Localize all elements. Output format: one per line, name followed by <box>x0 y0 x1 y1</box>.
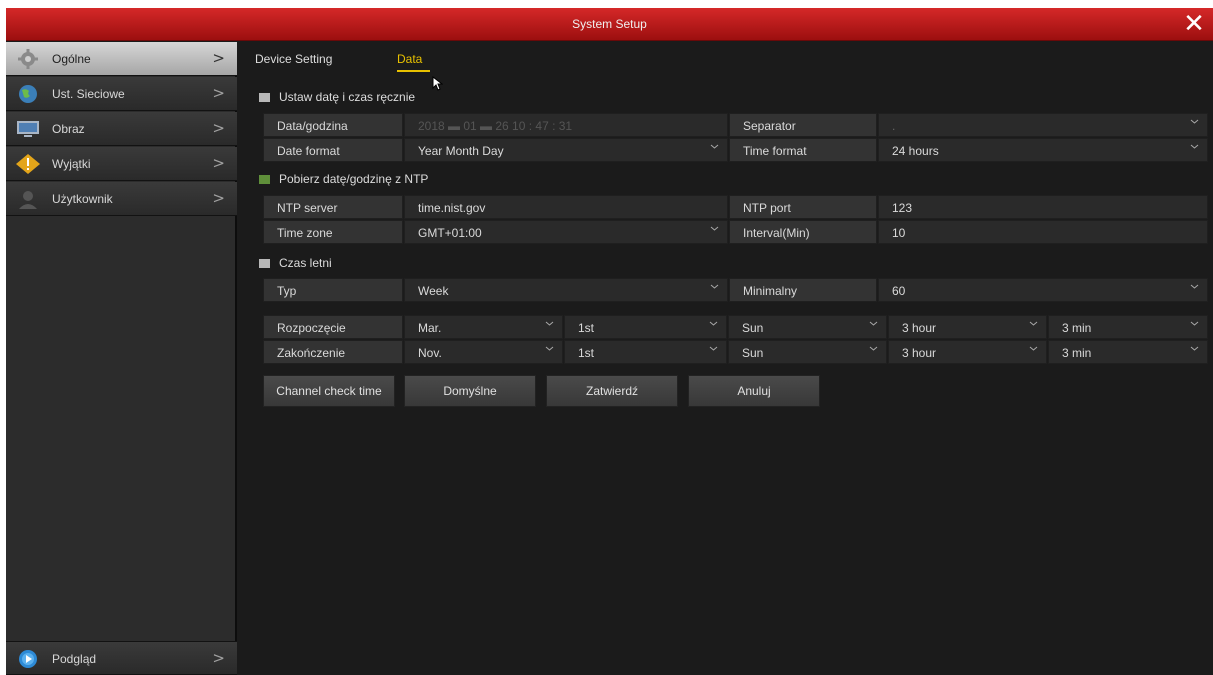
sidebar: Ogólne > Ust. Sieciowe > Obraz > Wyjątki… <box>6 42 237 675</box>
chevron-right-icon: > <box>212 649 225 667</box>
checkbox-label: Czas letni <box>279 256 332 270</box>
chevron-right-icon: > <box>212 154 225 172</box>
sidebar-item-obraz[interactable]: Obraz > <box>6 112 237 146</box>
checkbox-icon <box>259 259 270 269</box>
play-icon <box>19 650 37 668</box>
chevron-down-icon <box>545 321 554 326</box>
chevron-down-icon <box>869 346 878 351</box>
sidebar-item-ogolne[interactable]: Ogólne > <box>6 42 237 76</box>
sidebar-item-wyjatki[interactable]: Wyjątki > <box>6 147 237 181</box>
sidebar-item-label: Podgląd <box>52 652 97 666</box>
chevron-down-icon <box>1190 321 1199 326</box>
chevron-down-icon <box>1190 346 1199 351</box>
dst-checkbox[interactable]: Czas letni <box>259 256 332 270</box>
separator-label: Separator <box>729 113 877 137</box>
dst-end-week-select[interactable]: 1st <box>564 340 727 364</box>
active-tab-indicator <box>397 70 430 72</box>
sidebar-item-podglad[interactable]: Podgląd > <box>6 641 237 675</box>
dst-end-label: Zakończenie <box>263 340 403 364</box>
dst-min-label: Minimalny <box>729 278 877 302</box>
default-button[interactable]: Domyślne <box>404 375 536 407</box>
dst-end-minute-select[interactable]: 3 min <box>1048 340 1208 364</box>
ntp-checkbox[interactable]: Pobierz datę/godzinę z NTP <box>259 172 428 186</box>
chevron-down-icon <box>710 284 719 289</box>
chevron-down-icon <box>1029 321 1038 326</box>
chevron-down-icon <box>1190 144 1199 149</box>
dst-start-minute-select[interactable]: 3 min <box>1048 315 1208 339</box>
checkbox-checked-icon <box>259 175 270 185</box>
chevron-down-icon <box>869 321 878 326</box>
datetime-field[interactable]: 2018 ▬ 01 ▬ 26 10 : 47 : 31 <box>404 113 728 137</box>
sidebar-item-network[interactable]: Ust. Sieciowe > <box>6 77 237 111</box>
chevron-down-icon <box>1029 346 1038 351</box>
date-format-label: Date format <box>263 138 403 162</box>
sidebar-item-label: Ogólne <box>52 52 91 66</box>
chevron-right-icon: > <box>212 49 225 67</box>
dst-start-month-select[interactable]: Mar. <box>404 315 563 339</box>
sidebar-item-label: Obraz <box>52 122 85 136</box>
checkbox-icon <box>259 93 270 103</box>
tab-device-setting[interactable]: Device Setting <box>255 52 332 66</box>
close-icon[interactable]: ✕ <box>1181 11 1207 37</box>
chevron-down-icon <box>710 144 719 149</box>
user-icon <box>19 191 37 209</box>
main-panel: Device Setting Data Ustaw datę i czas rę… <box>239 42 1213 675</box>
dst-start-week-select[interactable]: 1st <box>564 315 727 339</box>
gear-icon <box>18 49 38 69</box>
apply-button[interactable]: Zatwierdź <box>546 375 678 407</box>
chevron-down-icon <box>709 346 718 351</box>
time-format-select[interactable]: 24 hours <box>878 138 1208 162</box>
chevron-right-icon: > <box>212 189 225 207</box>
chevron-right-icon: > <box>212 119 225 137</box>
dst-start-label: Rozpoczęcie <box>263 315 403 339</box>
manual-date-checkbox[interactable]: Ustaw datę i czas ręcznie <box>259 90 415 104</box>
time-zone-label: Time zone <box>263 220 403 244</box>
dst-end-month-select[interactable]: Nov. <box>404 340 563 364</box>
interval-input[interactable]: 10 <box>878 220 1208 244</box>
system-setup-window: System Setup ✕ Ogólne > Ust. Sieciowe > <box>6 8 1213 675</box>
date-format-select[interactable]: Year Month Day <box>404 138 728 162</box>
datetime-label: Data/godzina <box>263 113 403 137</box>
sidebar-item-label: Użytkownik <box>52 192 113 206</box>
mouse-cursor-icon <box>432 76 443 91</box>
ntp-server-input[interactable]: time.nist.gov <box>404 195 728 219</box>
ntp-port-label: NTP port <box>729 195 877 219</box>
time-zone-select[interactable]: GMT+01:00 <box>404 220 728 244</box>
dst-end-day-select[interactable]: Sun <box>728 340 887 364</box>
dst-start-hour-select[interactable]: 3 hour <box>888 315 1047 339</box>
ntp-server-label: NTP server <box>263 195 403 219</box>
monitor-icon <box>17 121 39 137</box>
warning-icon <box>16 154 40 174</box>
separator-select[interactable]: . <box>878 113 1208 137</box>
dst-type-label: Typ <box>263 278 403 302</box>
cancel-button[interactable]: Anuluj <box>688 375 820 407</box>
chevron-down-icon <box>710 226 719 231</box>
time-format-label: Time format <box>729 138 877 162</box>
ntp-port-input[interactable]: 123 <box>878 195 1208 219</box>
chevron-down-icon <box>709 321 718 326</box>
dst-min-select[interactable]: 60 <box>878 278 1208 302</box>
checkbox-label: Pobierz datę/godzinę z NTP <box>279 172 429 186</box>
globe-icon <box>19 85 37 103</box>
dst-end-hour-select[interactable]: 3 hour <box>888 340 1047 364</box>
tab-data[interactable]: Data <box>397 52 422 66</box>
chevron-right-icon: > <box>212 84 225 102</box>
chevron-down-icon <box>1190 119 1199 124</box>
window-title: System Setup <box>572 17 647 31</box>
sidebar-item-uzytkownik[interactable]: Użytkownik > <box>6 182 237 216</box>
interval-label: Interval(Min) <box>729 220 877 244</box>
title-bar: System Setup ✕ <box>6 8 1213 41</box>
channel-check-time-button[interactable]: Channel check time <box>263 375 395 407</box>
chevron-down-icon <box>545 346 554 351</box>
chevron-down-icon <box>1190 284 1199 289</box>
checkbox-label: Ustaw datę i czas ręcznie <box>279 90 416 104</box>
dst-start-day-select[interactable]: Sun <box>728 315 887 339</box>
sidebar-item-label: Wyjątki <box>52 157 91 171</box>
dst-type-select[interactable]: Week <box>404 278 728 302</box>
sidebar-item-label: Ust. Sieciowe <box>52 87 125 101</box>
